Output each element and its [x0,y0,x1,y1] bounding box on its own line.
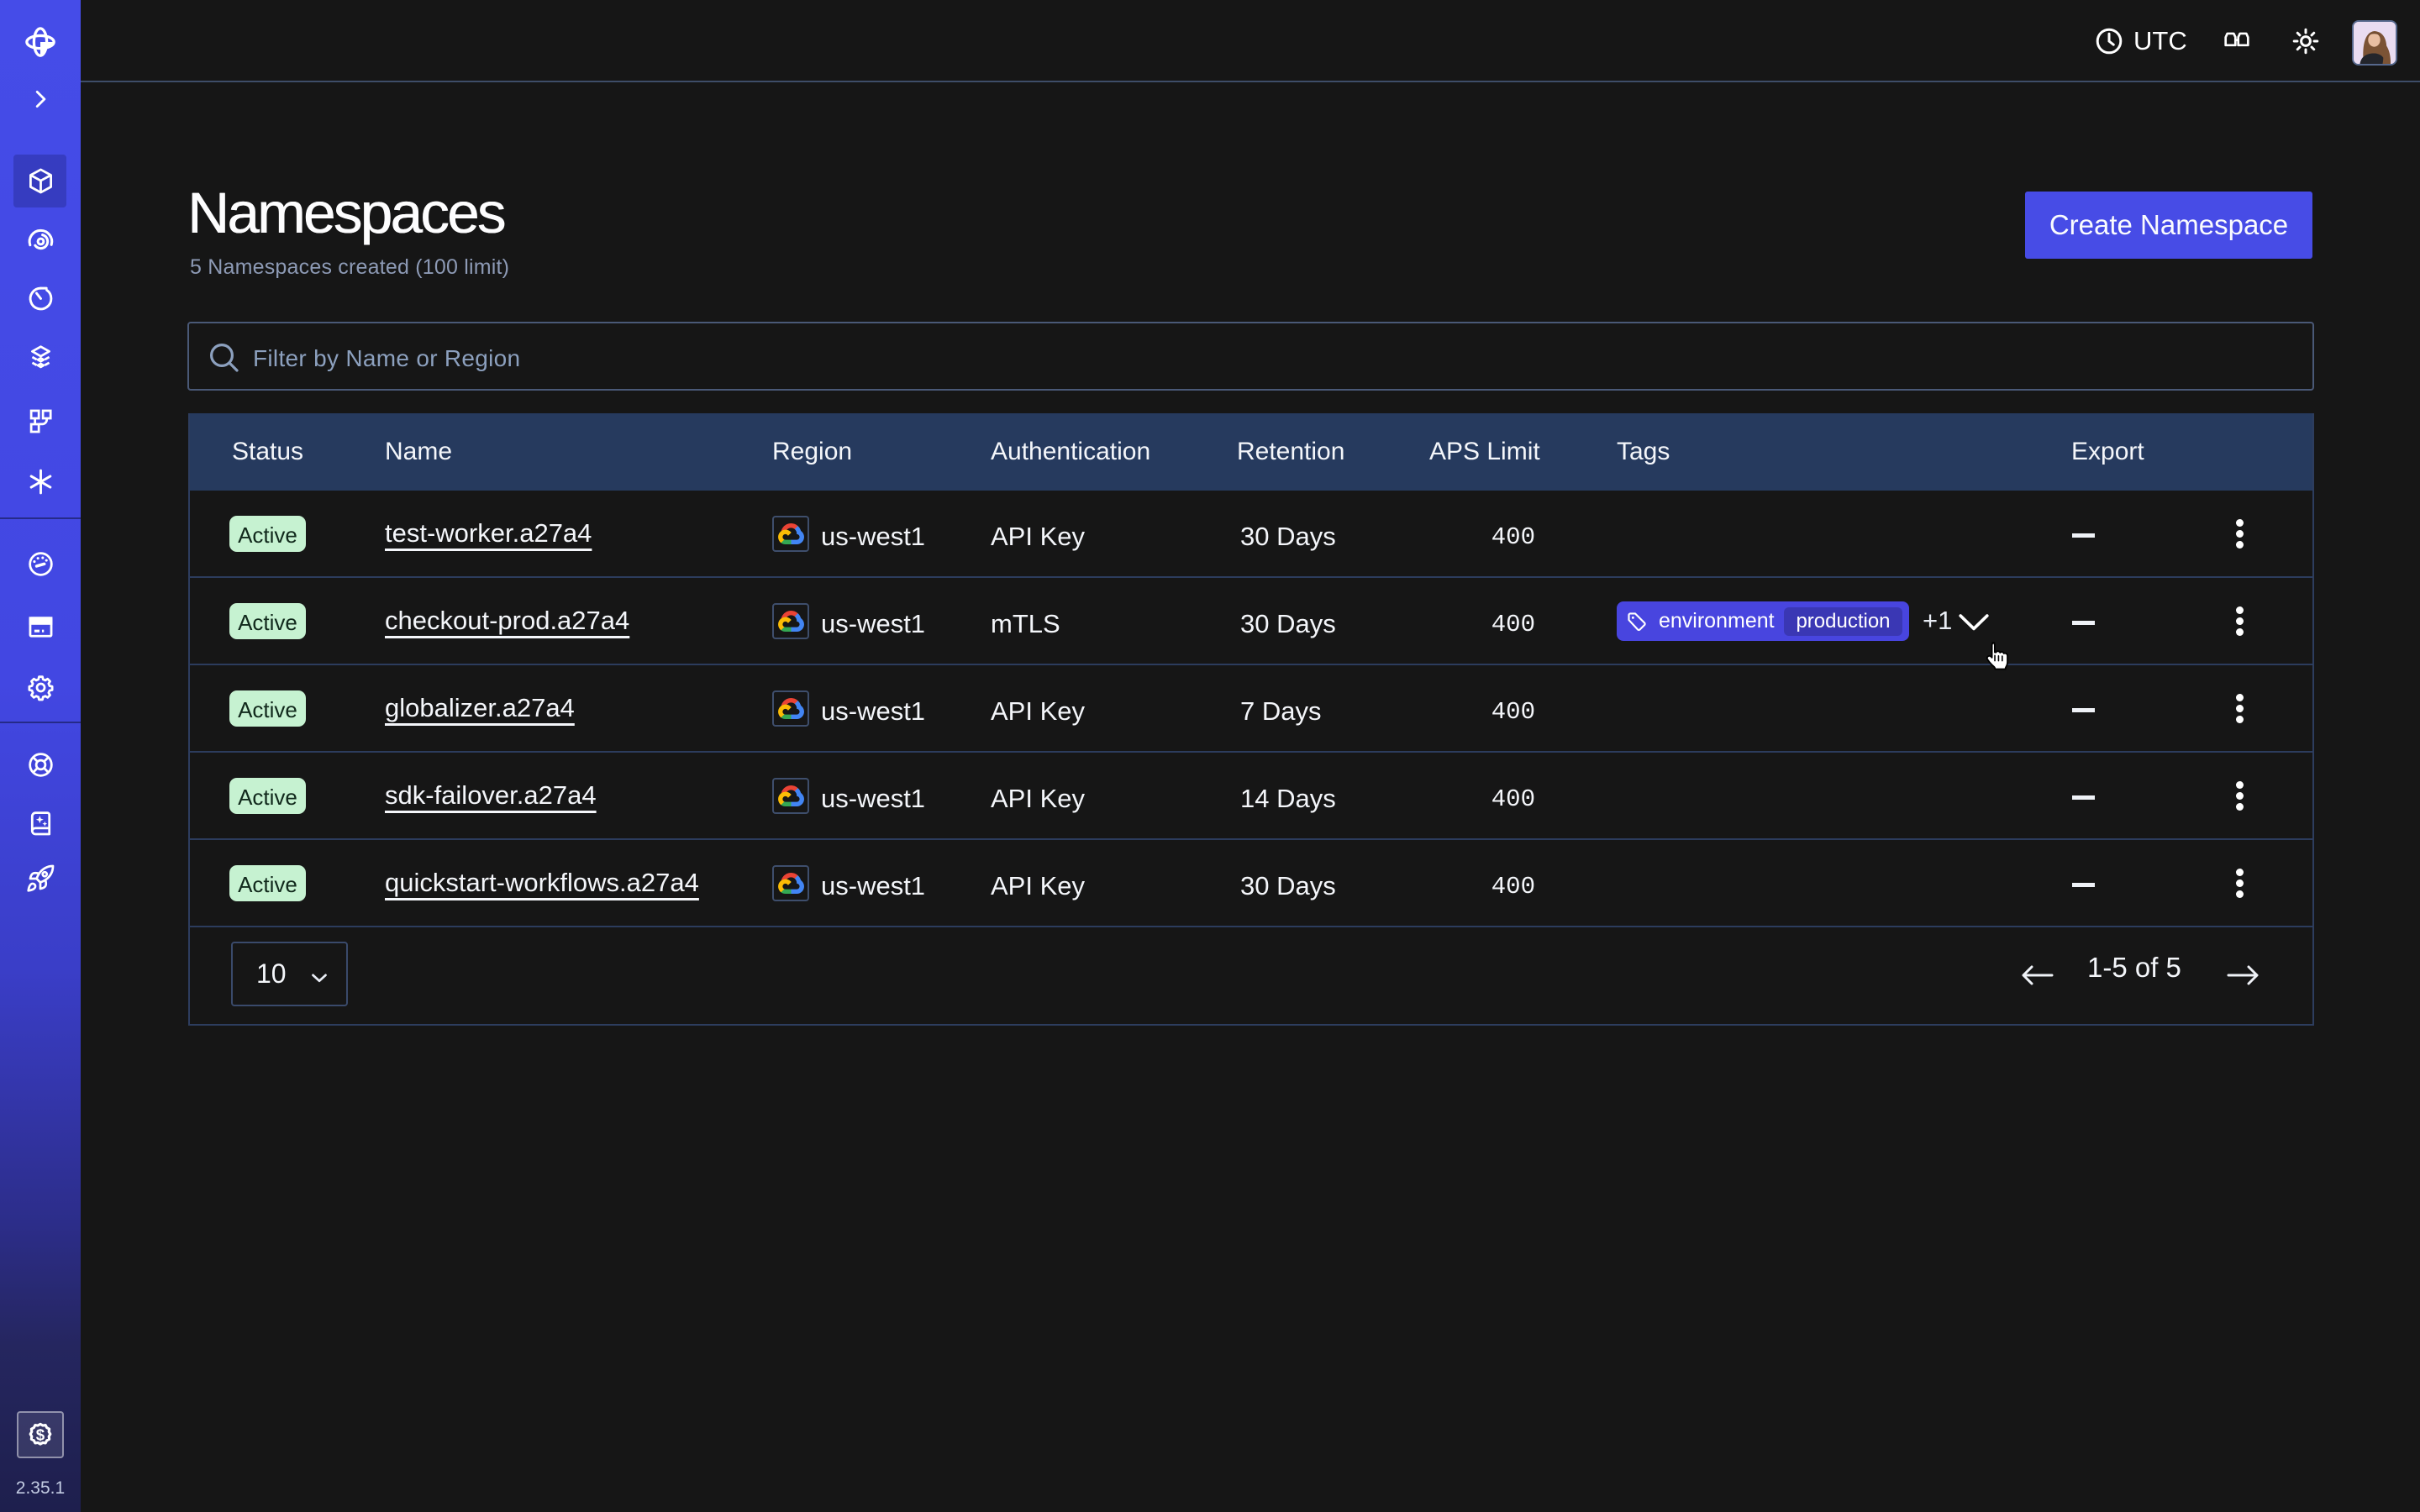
svg-text:$: $ [36,1425,45,1443]
